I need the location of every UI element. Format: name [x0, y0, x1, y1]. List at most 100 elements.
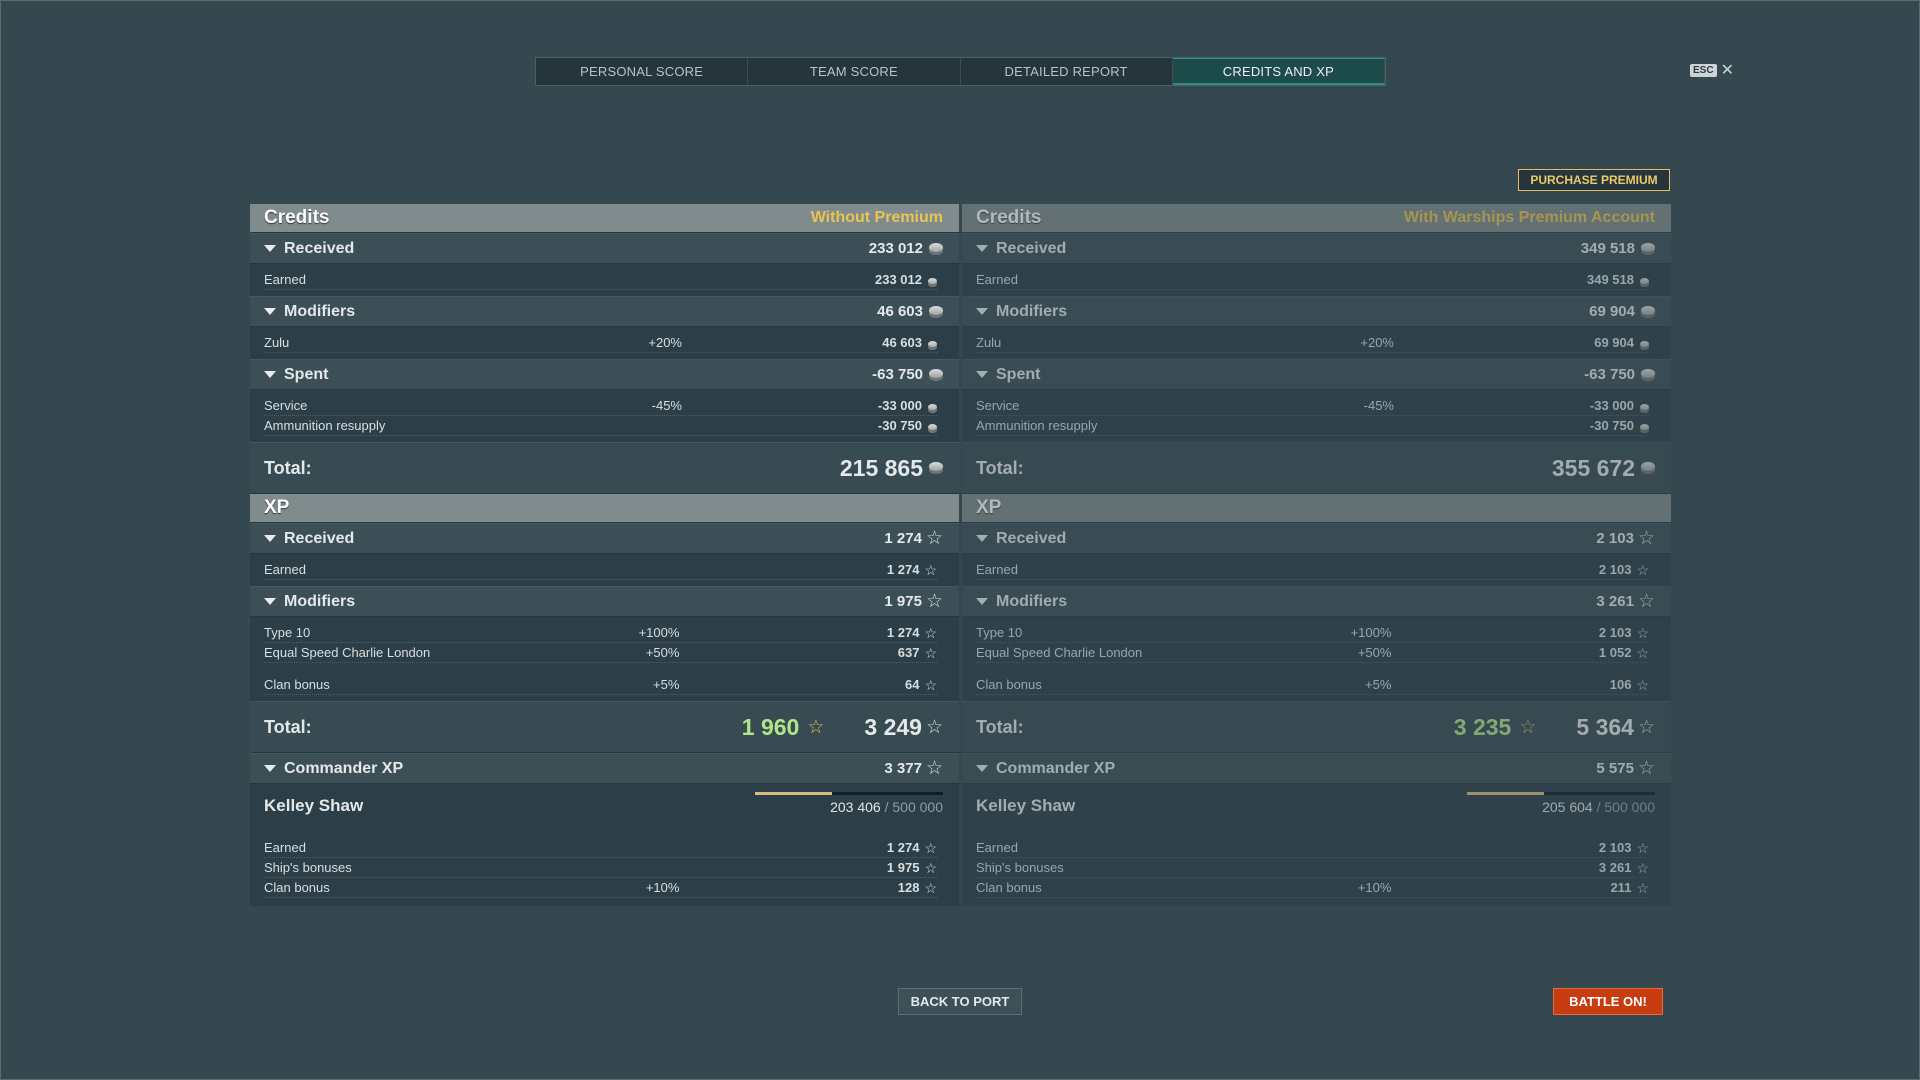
xp-title: XP [976, 497, 1002, 518]
list-item: Ammunition resupply -30 750 [264, 416, 937, 436]
group-value: 3 261 [1596, 593, 1634, 610]
account-type-label: With Warships Premium Account [1403, 209, 1655, 226]
chevron-down-icon [264, 371, 276, 378]
group-items: Earned 2 103 ☆ [962, 554, 1671, 586]
list-item: Earned 2 103 ☆ [976, 838, 1649, 858]
chevron-down-icon [264, 245, 276, 252]
chevron-down-icon [976, 535, 988, 542]
xp-star-icon: ☆ [924, 880, 937, 896]
item-value: -33 000 [1589, 398, 1634, 413]
credits-coin-icon [1641, 305, 1655, 318]
list-item: Service -45% -33 000 [976, 396, 1649, 416]
commander-name: Kelley Shaw [264, 796, 364, 815]
item-value: 1 274 [886, 625, 920, 640]
group-value: 1 274 [884, 530, 922, 547]
item-percent: +10% [645, 880, 680, 895]
panel-with-premium: Credits With Warships Premium Account Rece… [962, 204, 1671, 906]
credits-group-header[interactable]: Modifiers 69 904 [962, 296, 1671, 327]
back-to-port-button[interactable]: BACK TO PORT [898, 988, 1022, 1015]
item-percent: +5% [1365, 677, 1392, 692]
group-items: Type 10 +100% 1 274 ☆ Equal Speed Charlie Lo… [250, 617, 959, 701]
item-percent: +10% [1357, 880, 1392, 895]
esc-key-icon: ESC [1690, 63, 1717, 77]
item-percent: +100% [638, 625, 680, 640]
commander-xp-label: Commander XP [284, 759, 404, 777]
group-items: Zulu +20% 46 603 [250, 327, 959, 359]
item-value: 1 975 [886, 860, 920, 875]
group-value: 1 975 [884, 593, 922, 610]
group-items: Service -45% -33 000 Ammunition resupply -30… [962, 390, 1671, 442]
tab-detailed-report[interactable]: DETAILED REPORT [961, 58, 1173, 85]
group-label: Spent [284, 365, 329, 383]
xp-group-header[interactable]: Modifiers 3 261 ☆ [962, 586, 1671, 617]
item-label: Zulu [976, 335, 1002, 350]
progress-current: 205 604 [1542, 799, 1593, 815]
item-label: Equal Speed Charlie London [264, 645, 431, 660]
item-label: Earned [976, 840, 1018, 855]
credits-group-header[interactable]: Modifiers 46 603 [250, 296, 959, 327]
group-label: Modifiers [996, 592, 1068, 610]
list-item: Ammunition resupply -30 750 [976, 416, 1649, 436]
tab-credits-and-xp[interactable]: CREDITS AND XP [1172, 58, 1385, 85]
credits-group-header[interactable]: Received 233 012 [250, 233, 959, 264]
total-label: Total: [976, 457, 1024, 478]
credits-total-row: Total: 355 672 [962, 442, 1671, 494]
xp-group-header[interactable]: Received 2 103 ☆ [962, 523, 1671, 554]
item-label: Clan bonus [976, 677, 1042, 692]
item-value: 349 518 [1587, 272, 1634, 287]
chevron-down-icon [264, 308, 276, 315]
credits-coin-icon [1641, 368, 1655, 381]
item-value: -30 750 [877, 418, 922, 433]
item-label: Ammunition resupply [976, 418, 1098, 433]
xp-base-total-value: 1 960 [741, 713, 800, 740]
battle-button[interactable]: BATTLE ON! [1553, 988, 1663, 1015]
credits-group-header[interactable]: Spent -63 750 [962, 359, 1671, 390]
commander-block: Kelley Shaw 203 406 / 500 000 Earned 1 274 ☆… [250, 784, 959, 906]
item-value: 1 274 [886, 840, 920, 855]
tab-team-score[interactable]: TEAM SCORE [748, 58, 961, 85]
tab-personal-score[interactable]: PERSONAL SCORE [536, 58, 749, 85]
chevron-down-icon [264, 765, 276, 772]
progress-text: 205 604 / 500 000 [1542, 799, 1655, 815]
group-items: Earned 233 012 [250, 264, 959, 296]
item-percent: +50% [645, 645, 680, 660]
chevron-down-icon [976, 598, 988, 605]
total-label: Total: [976, 716, 1024, 737]
list-item: Service -45% -33 000 [264, 396, 937, 416]
group-items: Earned 1 274 ☆ [250, 554, 959, 586]
list-item: Clan bonus +5% 106 ☆ [976, 675, 1649, 695]
group-items: Service -45% -33 000 Ammunition resupply -30… [250, 390, 959, 442]
credits-header: Credits Without Premium [250, 204, 959, 233]
item-label: Clan bonus [976, 880, 1042, 895]
commander-xp-header[interactable]: Commander XP 3 377 ☆ [250, 753, 959, 784]
credits-group-header[interactable]: Spent -63 750 [250, 359, 959, 390]
item-value: 1 274 [886, 562, 920, 577]
credits-group-header[interactable]: Received 349 518 [962, 233, 1671, 264]
credits-coin-icon [928, 404, 937, 413]
commander-xp-header[interactable]: Commander XP 5 575 ☆ [962, 753, 1671, 784]
item-value: 128 [897, 880, 920, 895]
xp-star-icon: ☆ [1636, 562, 1649, 578]
xp-group-header[interactable]: Received 1 274 ☆ [250, 523, 959, 554]
xp-star-icon: ☆ [924, 645, 937, 661]
group-value: 46 603 [877, 303, 923, 320]
group-label: Modifiers [284, 302, 356, 320]
group-label: Received [996, 529, 1067, 547]
commander-progress: 205 604 / 500 000 [1467, 792, 1655, 832]
commander-summary: Kelley Shaw 203 406 / 500 000 [250, 792, 959, 832]
item-value: 3 261 [1598, 860, 1632, 875]
progress-max: / 500 000 [1596, 799, 1655, 815]
xp-group-header[interactable]: Modifiers 1 975 ☆ [250, 586, 959, 617]
purchase-premium-button[interactable]: PURCHASE PREMIUM [1518, 169, 1670, 191]
item-label: Type 10 [264, 625, 311, 640]
list-item: Clan bonus +10% 128 ☆ [264, 878, 937, 898]
item-label: Zulu [264, 335, 290, 350]
credits-coin-icon [929, 462, 943, 474]
group-label: Received [996, 239, 1067, 257]
xp-star-icon: ☆ [1637, 528, 1655, 549]
panel-without-premium: Credits Without Premium Received 233 012 Ear… [250, 204, 959, 906]
item-value: 637 [897, 645, 920, 660]
credits-coin-icon [1641, 242, 1655, 255]
chevron-down-icon [976, 371, 988, 378]
close-button[interactable]: ESC ✕ [1690, 60, 1734, 80]
